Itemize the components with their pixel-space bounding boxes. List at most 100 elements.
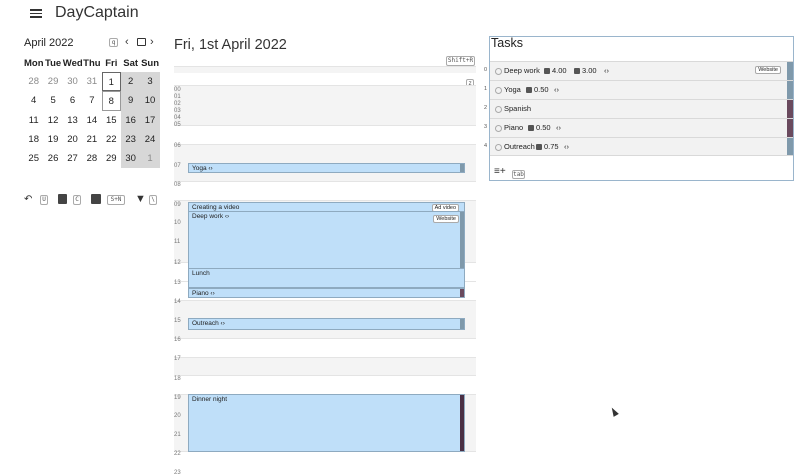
chart-icon[interactable] [58,194,67,204]
calendar-day[interactable]: 25 [24,149,43,168]
hour-label: 04 [174,115,181,121]
weekday-label: Wed [62,58,83,69]
task-link[interactable]: ‹› [604,66,609,75]
event-block[interactable]: Deep work ‹› Website [188,211,465,269]
calendar-icon [536,144,542,150]
task-checkbox[interactable] [495,125,502,132]
task-color-bar [787,81,793,99]
add-task-icon[interactable]: ≡+ [494,166,506,177]
task-item[interactable]: 2 Spanish [484,99,793,118]
calendar-day[interactable]: 9 [120,91,141,111]
calendar-day[interactable]: 16 [120,110,141,130]
event-block[interactable]: Dinner night [188,394,465,452]
calendar-day[interactable]: 3 [140,72,160,92]
calendar-day[interactable]: 28 [24,72,43,91]
calendar-day[interactable]: 18 [24,130,43,149]
calendar-day[interactable]: 22 [102,130,121,149]
calendar-day[interactable]: 29 [102,149,121,168]
hour-label: 12 [174,260,181,266]
weekday-label: Sat [123,58,139,69]
calendar-day[interactable]: 21 [82,130,101,149]
undo-shortcut: U [40,195,48,205]
calendar-day[interactable]: 5 [43,91,62,110]
event-title: Dinner night [192,396,228,403]
task-link[interactable]: ‹› [554,85,559,94]
calendar-day[interactable]: 20 [63,130,82,149]
calendar-day-today[interactable]: 8 [101,91,121,111]
calendar-icon [574,68,580,74]
hour-label: 13 [174,280,181,286]
undo-icon[interactable]: ↶ [24,194,32,205]
event-color-bar [460,212,464,268]
task-link[interactable]: ‹› [564,142,569,151]
calendar-day[interactable]: 2 [120,72,141,92]
calendar-day[interactable]: 26 [43,149,62,168]
hour-label: 19 [174,395,181,401]
hour-label: 16 [174,337,181,343]
calendar-day[interactable]: 30 [120,149,141,169]
calendar-day[interactable]: 30 [63,72,82,91]
task-checkbox[interactable] [495,144,502,151]
weekday-label: Tue [44,58,62,69]
task-index: 2 [484,105,488,111]
task-name: Yoga [504,85,521,94]
task-actual: 0.75 [536,142,559,151]
menu-icon[interactable] [30,9,42,18]
task-item[interactable]: 0 Deep work 4.00 3.00 ‹› Website [484,61,793,80]
calendar-day[interactable]: 14 [82,111,101,130]
weekday-label: Mon [24,58,44,69]
event-title: Outreach ‹› [192,320,225,327]
hour-label: 07 [174,163,181,169]
tasks-icon[interactable] [91,194,101,204]
tasks-shortcut: S+N [107,195,125,205]
event-block[interactable]: Yoga ‹› [188,163,465,173]
task-color-bar [787,119,793,137]
chevron-right-icon[interactable]: › [150,36,154,48]
hour-row [174,357,476,376]
task-link[interactable]: ‹› [556,123,561,132]
task-checkbox[interactable] [495,87,502,94]
calendar-day[interactable]: 31 [82,72,101,91]
hour-label: 20 [174,413,181,419]
calendar-day[interactable]: 7 [82,91,101,110]
event-block[interactable]: Lunch [188,268,465,288]
calendar-day[interactable]: 1 [140,149,160,169]
event-title: Creating a video [192,204,240,211]
calendar-day[interactable]: 24 [140,129,160,150]
calendar-day[interactable]: 10 [140,91,160,111]
tasks-title: Tasks [491,36,523,50]
task-color-bar [787,100,793,118]
calendar-day[interactable]: 13 [63,111,82,130]
calendar-day[interactable]: 28 [82,149,101,168]
event-block[interactable]: Outreach ‹› [188,318,465,330]
task-item[interactable]: 1 Yoga 0.50 ‹› [484,80,793,99]
calendar-icon [526,87,532,93]
task-item[interactable]: 4 Outreach 0.75 ‹› [484,137,793,156]
task-index: 4 [484,143,488,149]
task-checkbox[interactable] [495,106,502,113]
calendar-day-selected[interactable]: 1 [101,72,121,92]
task-color-bar [787,138,793,155]
task-item[interactable]: 3 Piano 0.50 ‹› [484,118,793,137]
task-name: Spanish [504,104,532,113]
chevron-left-icon[interactable]: ‹ [125,36,129,48]
calendar-day[interactable]: 17 [140,110,160,130]
today-calendar-icon[interactable] [137,38,146,46]
calendar-day[interactable]: 4 [24,91,43,110]
event-block[interactable]: Piano ‹› [188,288,465,298]
calendar-day[interactable]: 12 [43,111,62,130]
filter-icon[interactable]: ▼ [135,193,146,205]
calendar-day[interactable]: 19 [43,130,62,149]
hour-row [174,181,476,201]
weekday-label: Thu [83,58,101,69]
calendar-day[interactable]: 11 [24,111,43,130]
day-timeline[interactable]: 00 01 02 03 04 05 06 07 08 09 10 11 12 1… [174,63,476,476]
calendar-day[interactable]: 6 [63,91,82,110]
calendar-day[interactable]: 15 [102,111,121,130]
calendar-day[interactable]: 23 [120,129,141,150]
calendar-day[interactable]: 29 [43,72,62,91]
task-index: 1 [484,86,488,92]
calendar-day[interactable]: 27 [63,149,82,168]
task-checkbox[interactable] [495,68,502,75]
event-title: Lunch [192,270,210,277]
